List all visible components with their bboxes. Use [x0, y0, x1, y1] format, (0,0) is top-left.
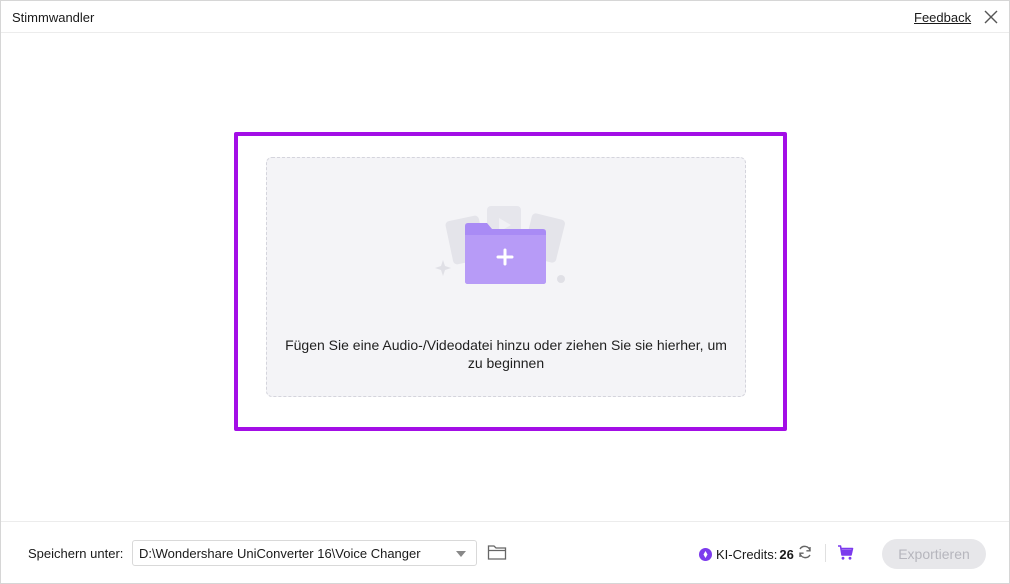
file-drop-zone[interactable]: Fügen Sie eine Audio-/Videodatei hinzu o…: [266, 157, 746, 397]
divider: [825, 544, 826, 562]
cart-icon[interactable]: [837, 544, 854, 561]
chevron-down-icon: [456, 551, 466, 557]
footer-bar: Speichern unter: D:\Wondershare UniConve…: [1, 521, 1009, 583]
drop-instruction: Fügen Sie eine Audio-/Videodatei hinzu o…: [285, 337, 727, 371]
save-location-label: Speichern unter:: [28, 546, 124, 561]
folder-add-icon: [435, 206, 565, 284]
voice-changer-window: Stimmwandler Feedback Fügen Sie eine Aud…: [0, 0, 1010, 584]
window-title: Stimmwandler: [12, 10, 95, 25]
export-button[interactable]: Exportieren: [882, 539, 986, 569]
refresh-icon[interactable]: [797, 544, 813, 560]
credits-value: 26: [779, 546, 794, 562]
ai-credits: KI-Credits: 26: [699, 545, 794, 563]
save-path-select[interactable]: D:\Wondershare UniConverter 16\Voice Cha…: [132, 540, 477, 566]
open-folder-icon[interactable]: [487, 543, 507, 561]
save-path-value: D:\Wondershare UniConverter 16\Voice Cha…: [139, 546, 421, 561]
credits-icon: [699, 547, 712, 561]
close-icon[interactable]: [982, 8, 1000, 26]
title-bar: Stimmwandler Feedback: [1, 1, 1009, 33]
credits-label: KI-Credits:: [716, 546, 778, 562]
feedback-link[interactable]: Feedback: [914, 10, 971, 25]
